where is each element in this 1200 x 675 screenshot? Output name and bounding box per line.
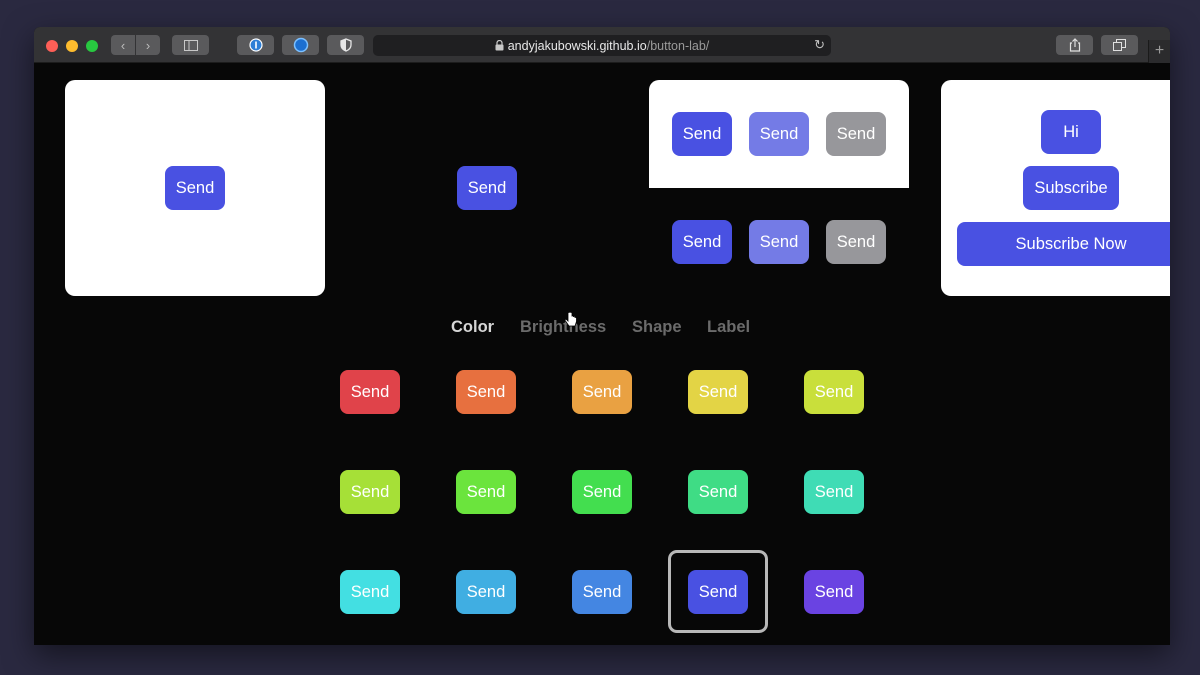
page-content: Send Send Send Send Send Send Send Send … bbox=[34, 63, 1170, 645]
color-option-button[interactable]: Send bbox=[456, 470, 516, 514]
send-button-hover[interactable]: Send bbox=[749, 112, 809, 156]
browser-toolbar: ‹ › andyjakubowski.github.io/button-lab/… bbox=[34, 27, 1170, 63]
subscribe-button[interactable]: Subscribe bbox=[1023, 166, 1119, 210]
password-manager-button[interactable] bbox=[237, 35, 274, 55]
color-option-button[interactable]: Send bbox=[340, 570, 400, 614]
send-button-dark[interactable]: Send bbox=[457, 166, 517, 210]
send-button-default-dark[interactable]: Send bbox=[672, 220, 732, 264]
minimize-window-button[interactable] bbox=[66, 40, 78, 52]
color-option-button[interactable]: Send bbox=[688, 470, 748, 514]
color-option-button[interactable]: Send bbox=[456, 570, 516, 614]
tab-label[interactable]: Label bbox=[707, 318, 750, 337]
tabs-overview-icon bbox=[1113, 39, 1126, 51]
send-button-default[interactable]: Send bbox=[672, 112, 732, 156]
subscribe-now-button[interactable]: Subscribe Now bbox=[957, 222, 1170, 266]
send-button-light[interactable]: Send bbox=[165, 166, 225, 210]
chevron-left-icon: ‹ bbox=[120, 37, 126, 53]
address-bar[interactable]: andyjakubowski.github.io/button-lab/ ↻ bbox=[373, 35, 831, 56]
selected-focus-ring bbox=[668, 550, 768, 633]
hand-cursor-icon bbox=[564, 312, 577, 327]
reload-icon[interactable]: ↻ bbox=[814, 37, 825, 53]
send-button-disabled[interactable]: Send bbox=[826, 112, 886, 156]
color-option-button[interactable]: Send bbox=[572, 570, 632, 614]
zoom-window-button[interactable] bbox=[86, 40, 98, 52]
hi-button[interactable]: Hi bbox=[1041, 110, 1101, 154]
color-option-button[interactable]: Send bbox=[340, 370, 400, 414]
share-button[interactable] bbox=[1056, 35, 1093, 55]
color-option-button[interactable]: Send bbox=[340, 470, 400, 514]
extension-button[interactable] bbox=[282, 35, 319, 55]
share-icon bbox=[1069, 38, 1080, 52]
tab-color[interactable]: Color bbox=[451, 318, 494, 337]
states-light-panel: Send Send Send bbox=[649, 80, 909, 188]
lock-icon bbox=[495, 40, 504, 51]
color-option-button[interactable]: Send bbox=[804, 470, 864, 514]
color-option-button[interactable]: Send bbox=[456, 370, 516, 414]
color-option-button[interactable]: Send bbox=[572, 470, 632, 514]
forward-button[interactable]: › bbox=[136, 35, 160, 55]
color-option-button[interactable]: Send bbox=[688, 370, 748, 414]
color-option-button[interactable]: Send bbox=[572, 370, 632, 414]
close-window-button[interactable] bbox=[46, 40, 58, 52]
url-path: /button-lab/ bbox=[646, 38, 710, 53]
password-manager-icon bbox=[248, 38, 263, 52]
tab-shape[interactable]: Shape bbox=[632, 318, 682, 337]
send-button-disabled-dark[interactable]: Send bbox=[826, 220, 886, 264]
color-option-button[interactable]: Send bbox=[804, 570, 864, 614]
back-button[interactable]: ‹ bbox=[111, 35, 135, 55]
chevron-right-icon: › bbox=[145, 37, 151, 53]
color-option-button[interactable]: Send bbox=[804, 370, 864, 414]
light-card: Send bbox=[65, 80, 325, 296]
plus-icon: + bbox=[1154, 42, 1165, 59]
privacy-shield-button[interactable] bbox=[327, 35, 364, 55]
extension-icon bbox=[293, 37, 308, 53]
sidebar-icon bbox=[183, 39, 198, 51]
browser-window: ‹ › andyjakubowski.github.io/button-lab/… bbox=[34, 27, 1170, 645]
sizes-card: Hi Subscribe Subscribe Now bbox=[941, 80, 1170, 296]
tab-overview-button[interactable] bbox=[1101, 35, 1138, 55]
url-host: andyjakubowski.github.io bbox=[507, 38, 647, 53]
new-tab-button[interactable]: + bbox=[1148, 40, 1170, 63]
sidebar-toggle-button[interactable] bbox=[172, 35, 209, 55]
shield-icon bbox=[339, 38, 352, 52]
send-button-hover-dark[interactable]: Send bbox=[749, 220, 809, 264]
